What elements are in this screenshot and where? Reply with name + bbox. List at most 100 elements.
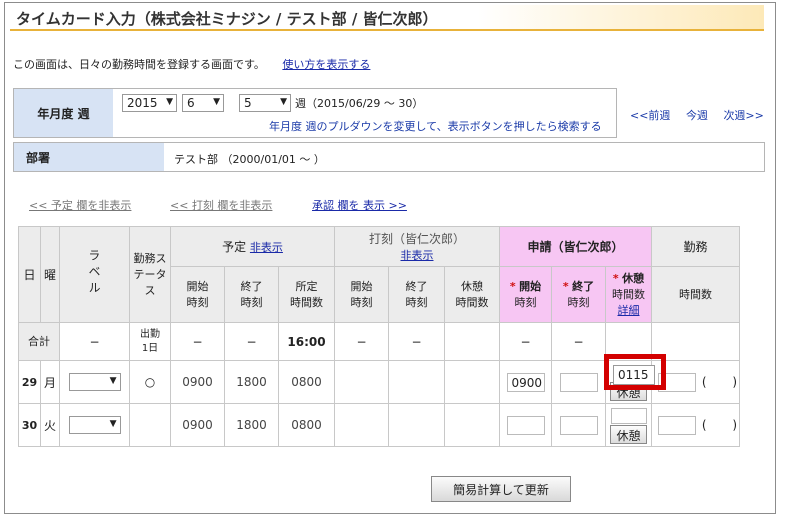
stamp-start-header: 開始 時刻: [334, 266, 389, 323]
year-select[interactable]: 2015 ▼: [122, 94, 177, 112]
plan-hide-link[interactable]: 非表示: [250, 241, 283, 254]
row-plan-hours: 0800: [278, 403, 335, 447]
toggle-approval-link[interactable]: 承認 欄を 表示 >>: [312, 197, 407, 213]
totals-stamp-break: [444, 322, 500, 361]
toggle-plan-link[interactable]: << 予定 欄を非表示: [29, 197, 131, 213]
req-break-top: 休憩: [622, 271, 645, 285]
row-day: 29: [18, 360, 41, 404]
timecard-table: 日 曜 ラベル 勤務ステータス 予定 非表示 打刻（皆仁次郎） 非表示 申請（皆…: [18, 226, 740, 447]
stamp-break-header: 休憩 時間数: [444, 266, 500, 323]
department-value: テスト部 （2000/01/01 〜 ）: [174, 153, 325, 166]
row-req-end: [551, 360, 606, 404]
chevron-down-icon: ▼: [213, 97, 220, 107]
weekday-header: 曜: [40, 226, 60, 323]
paren-close: ): [732, 417, 738, 432]
stamp-break-top: 休憩: [461, 279, 483, 293]
req-end-bottom: 時刻: [567, 295, 590, 309]
totals-plan-end: −: [224, 322, 279, 361]
day-header: 日: [18, 226, 41, 323]
plan-start-header: 開始 時刻: [170, 266, 225, 323]
row-status: ○: [129, 360, 171, 404]
stamp-start-bottom: 時刻: [350, 295, 373, 309]
period-hint: 年月度 週のプルダウンを変更して、表示ボタンを押したら検索する: [269, 120, 602, 133]
row-req-end: [551, 403, 606, 447]
row-day: 30: [18, 403, 41, 447]
chevron-down-icon: ▼: [109, 419, 117, 429]
req-start-header: * 開始 時刻: [499, 266, 552, 323]
req-break-mid: 時間数: [612, 287, 645, 301]
stamp-group-label: 打刻（皆仁次郎）: [368, 232, 465, 246]
paren-close: ): [732, 374, 738, 389]
work-hours-input[interactable]: [658, 415, 696, 435]
chevron-down-icon: ▼: [166, 97, 173, 107]
row-weekday: 月: [40, 360, 60, 404]
work-hours-header: 時間数: [651, 266, 740, 323]
prev-week-link[interactable]: <<前週: [630, 109, 670, 122]
req-start-bottom: 時刻: [514, 295, 537, 309]
plan-start-top: 開始: [186, 279, 209, 293]
row-plan-start: 0900: [170, 360, 225, 404]
request-group-header: 申請（皆仁次郎）: [499, 226, 652, 267]
request-group-label: 申請（皆仁次郎）: [527, 240, 624, 254]
help-link[interactable]: 使い方を表示する: [282, 58, 370, 71]
row-stamp-start: [334, 360, 389, 404]
plan-end-header: 終了 時刻: [224, 266, 279, 323]
row-status: [129, 403, 171, 447]
row-req-start: [499, 403, 552, 447]
paren-open: (: [701, 417, 707, 432]
break-hours-input[interactable]: 0115: [613, 365, 655, 385]
totals-plan-hours: 16:00: [278, 322, 335, 361]
plan-end-bottom: 時刻: [240, 295, 263, 309]
row-stamp-start: [334, 403, 389, 447]
req-start-top: 開始: [519, 279, 542, 293]
plan-end-top: 終了: [240, 279, 263, 293]
this-week-link[interactable]: 今週: [686, 109, 708, 122]
stamp-break-bottom: 時間数: [455, 295, 489, 309]
totals-req-start: −: [499, 322, 552, 361]
row-plan-end: 1800: [224, 360, 279, 404]
plan-hours-header: 所定 時間数: [278, 266, 335, 323]
row-stamp-end: [388, 403, 445, 447]
intro-text: この画面は、日々の勤務時間を登録する画面です。: [13, 58, 265, 71]
week-range: 週（2015/06/29 〜 30）: [295, 97, 424, 110]
plan-hours-top: 所定: [295, 279, 318, 293]
req-end-input[interactable]: [559, 372, 598, 392]
row-req-start: 0900: [499, 360, 552, 404]
row-stamp-end: [388, 360, 445, 404]
label-select[interactable]: ▼: [68, 416, 121, 434]
intro: この画面は、日々の勤務時間を登録する画面です。 使い方を表示する: [13, 56, 370, 72]
stamp-end-header: 終了 時刻: [388, 266, 445, 323]
break-button[interactable]: 休憩: [610, 425, 647, 444]
row-plan-start: 0900: [170, 403, 225, 447]
totals-stamp-start: −: [334, 322, 389, 361]
req-end-header: * 終了 時刻: [551, 266, 606, 323]
stamp-hide-link[interactable]: 非表示: [401, 249, 434, 262]
row-plan-hours: 0800: [278, 360, 335, 404]
status-header-text: 勤務ステータス: [133, 251, 167, 297]
req-start-input[interactable]: 0900: [506, 372, 545, 392]
period-selector: 年月度 週 2015 ▼ 6 ▼ 5 ▼ 週（2015/06/29 〜 30） …: [13, 88, 617, 138]
month-select[interactable]: 6 ▼: [182, 94, 224, 112]
req-end-input[interactable]: [559, 415, 598, 435]
update-button[interactable]: 簡易計算して更新: [431, 476, 571, 502]
department-row: 部署 テスト部 （2000/01/01 〜 ）: [13, 142, 765, 172]
totals-status-top: 出勤: [140, 328, 160, 340]
req-break-header: * 休憩 時間数 詳細: [605, 266, 652, 323]
label-header: ラベル: [59, 226, 130, 323]
week-select[interactable]: 5 ▼: [239, 94, 291, 112]
totals-label-cell: −: [59, 322, 130, 361]
break-detail-link[interactable]: 詳細: [618, 304, 640, 317]
plan-group-label: 予定: [222, 240, 247, 254]
req-start-input[interactable]: [506, 415, 545, 435]
label-select[interactable]: ▼: [68, 373, 121, 391]
toggle-stamp-link[interactable]: << 打刻 欄を非表示: [170, 197, 272, 213]
required-mark: *: [562, 279, 569, 293]
chevron-down-icon: ▼: [280, 97, 287, 107]
title-bar: タイムカード入力（株式会社ミナジン / テスト部 / 皆仁次郎）: [10, 5, 764, 31]
page-title: タイムカード入力（株式会社ミナジン / テスト部 / 皆仁次郎）: [16, 10, 438, 28]
next-week-link[interactable]: 次週>>: [723, 109, 763, 122]
req-break-input[interactable]: [610, 408, 647, 424]
row-stamp-break: [444, 403, 500, 447]
status-header: 勤務ステータス: [129, 226, 171, 323]
totals-label: 合計: [18, 322, 60, 361]
